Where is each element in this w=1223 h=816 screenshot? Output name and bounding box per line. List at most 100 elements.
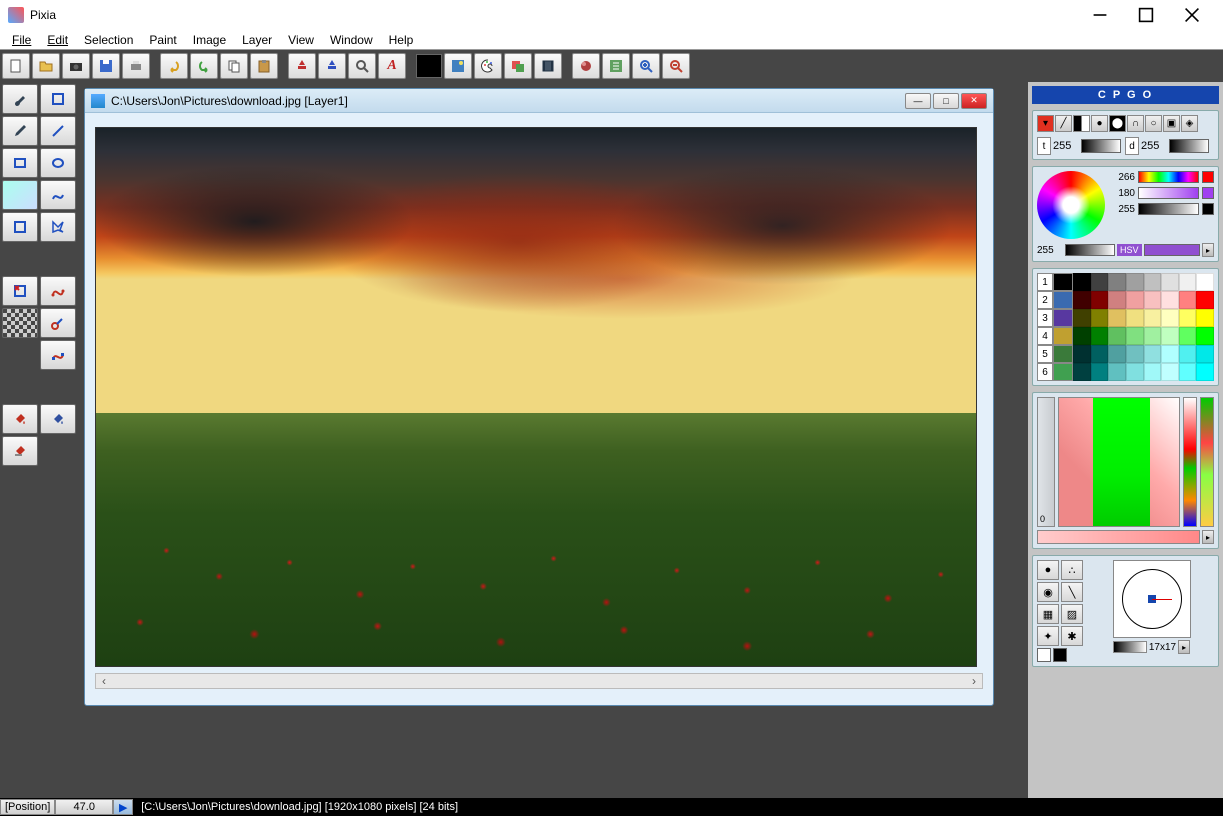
gradient-column-1[interactable] (1183, 397, 1197, 527)
color-swatch[interactable] (416, 54, 442, 78)
palette-cell-3-0[interactable] (1073, 327, 1091, 345)
palette-row-1[interactable]: 1 (1037, 273, 1053, 291)
line-tool[interactable] (40, 116, 76, 146)
ellipse-tool[interactable] (40, 148, 76, 178)
palette-thumb-1[interactable] (1053, 273, 1073, 291)
node-edit-tool[interactable] (40, 340, 76, 370)
palette-cell-0-7[interactable] (1196, 273, 1214, 291)
eraser-tool[interactable] (2, 436, 38, 466)
palette-cell-4-2[interactable] (1108, 345, 1126, 363)
palette-thumb-3[interactable] (1053, 309, 1073, 327)
redo-button[interactable] (190, 53, 218, 79)
layers-button[interactable] (504, 53, 532, 79)
palette-cell-5-0[interactable] (1073, 363, 1091, 381)
brush-texture-icon[interactable]: ▦ (1037, 604, 1059, 624)
rectangle-tool[interactable] (2, 148, 38, 178)
window-maximize-button[interactable] (1123, 0, 1169, 30)
palette-cell-3-2[interactable] (1108, 327, 1126, 345)
palette-cell-0-5[interactable] (1161, 273, 1179, 291)
scroll-right-arrow[interactable]: › (966, 674, 982, 688)
palette-button[interactable] (474, 53, 502, 79)
sphere-button[interactable] (572, 53, 600, 79)
palette-cell-3-1[interactable] (1091, 327, 1109, 345)
menu-selection[interactable]: Selection (76, 31, 141, 49)
print-button[interactable] (122, 53, 150, 79)
palette-cell-2-3[interactable] (1126, 309, 1144, 327)
mode-icon-1[interactable]: ▾ (1037, 115, 1054, 132)
crop-tool[interactable] (2, 212, 38, 242)
paste-button[interactable] (250, 53, 278, 79)
palette-thumb-4[interactable] (1053, 327, 1073, 345)
hue-slider[interactable] (1138, 171, 1199, 183)
menu-edit[interactable]: Edit (39, 31, 76, 49)
palette-cell-3-3[interactable] (1126, 327, 1144, 345)
mode-icon-6[interactable]: ∩ (1127, 115, 1144, 132)
stamp-blue-button[interactable] (318, 53, 346, 79)
window-minimize-button[interactable] (1077, 0, 1123, 30)
mode-icon-9[interactable]: ◈ (1181, 115, 1198, 132)
palette-cell-5-6[interactable] (1179, 363, 1197, 381)
foreground-swatch[interactable] (1037, 648, 1051, 662)
palette-cell-2-0[interactable] (1073, 309, 1091, 327)
fill-blue-tool[interactable] (40, 404, 76, 434)
palette-row-3[interactable]: 3 (1037, 309, 1053, 327)
palette-row-4[interactable]: 4 (1037, 327, 1053, 345)
scroll-left-arrow[interactable]: ‹ (96, 674, 112, 688)
bezier-tool[interactable] (40, 276, 76, 306)
palette-cell-3-4[interactable] (1144, 327, 1162, 345)
val-slider[interactable] (1138, 203, 1199, 215)
palette-cell-5-4[interactable] (1144, 363, 1162, 381)
text-button[interactable]: A (378, 53, 406, 79)
zoom-in-button[interactable] (632, 53, 660, 79)
d-slider[interactable] (1169, 139, 1209, 153)
palette-row-5[interactable]: 5 (1037, 345, 1053, 363)
gradient-column-2[interactable] (1200, 397, 1214, 527)
background-swatch[interactable] (1053, 648, 1067, 662)
palette-cell-5-2[interactable] (1108, 363, 1126, 381)
hsv-bar[interactable] (1144, 244, 1200, 256)
palette-cell-1-7[interactable] (1196, 291, 1214, 309)
palette-cell-5-1[interactable] (1091, 363, 1109, 381)
palette-thumb-5[interactable] (1053, 345, 1073, 363)
brush-tool[interactable] (2, 84, 38, 114)
palette-cell-3-5[interactable] (1161, 327, 1179, 345)
mode-icon-2[interactable]: ╱ (1055, 115, 1072, 132)
open-file-button[interactable] (32, 53, 60, 79)
spline-tool[interactable] (40, 180, 76, 210)
gradient-preview[interactable] (1058, 397, 1180, 527)
palette-thumb-6[interactable] (1053, 363, 1073, 381)
window-close-button[interactable] (1169, 0, 1215, 30)
palette-cell-0-6[interactable] (1179, 273, 1197, 291)
menu-layer[interactable]: Layer (234, 31, 280, 49)
palette-cell-5-7[interactable] (1196, 363, 1214, 381)
fill-red-tool[interactable] (2, 404, 38, 434)
palette-cell-1-1[interactable] (1091, 291, 1109, 309)
menu-image[interactable]: Image (185, 31, 234, 49)
mode-icon-3[interactable] (1073, 115, 1090, 132)
menu-window[interactable]: Window (322, 31, 381, 49)
mode-icon-8[interactable]: ▣ (1163, 115, 1180, 132)
palette-cell-1-5[interactable] (1161, 291, 1179, 309)
brush-preview[interactable] (1113, 560, 1191, 638)
film-button[interactable] (534, 53, 562, 79)
palette-cell-0-0[interactable] (1073, 273, 1091, 291)
palette-cell-4-0[interactable] (1073, 345, 1091, 363)
palette-cell-1-2[interactable] (1108, 291, 1126, 309)
sat-swatch[interactable] (1202, 187, 1214, 199)
document-maximize-button[interactable]: □ (933, 93, 959, 109)
t-slider[interactable] (1081, 139, 1121, 153)
palette-cell-1-0[interactable] (1073, 291, 1091, 309)
horizontal-scrollbar[interactable]: ‹ › (95, 673, 983, 689)
palette-cell-1-4[interactable] (1144, 291, 1162, 309)
palette-row-6[interactable]: 6 (1037, 363, 1053, 381)
palette-cell-4-1[interactable] (1091, 345, 1109, 363)
sat-slider[interactable] (1138, 187, 1199, 199)
palette-cell-0-1[interactable] (1091, 273, 1109, 291)
brush-size-next-button[interactable]: ▸ (1178, 640, 1190, 654)
val-swatch[interactable] (1202, 203, 1214, 215)
undo-button[interactable] (160, 53, 188, 79)
palette-cell-2-1[interactable] (1091, 309, 1109, 327)
palette-thumb-2[interactable] (1053, 291, 1073, 309)
save-button[interactable] (92, 53, 120, 79)
zoom-button[interactable] (348, 53, 376, 79)
